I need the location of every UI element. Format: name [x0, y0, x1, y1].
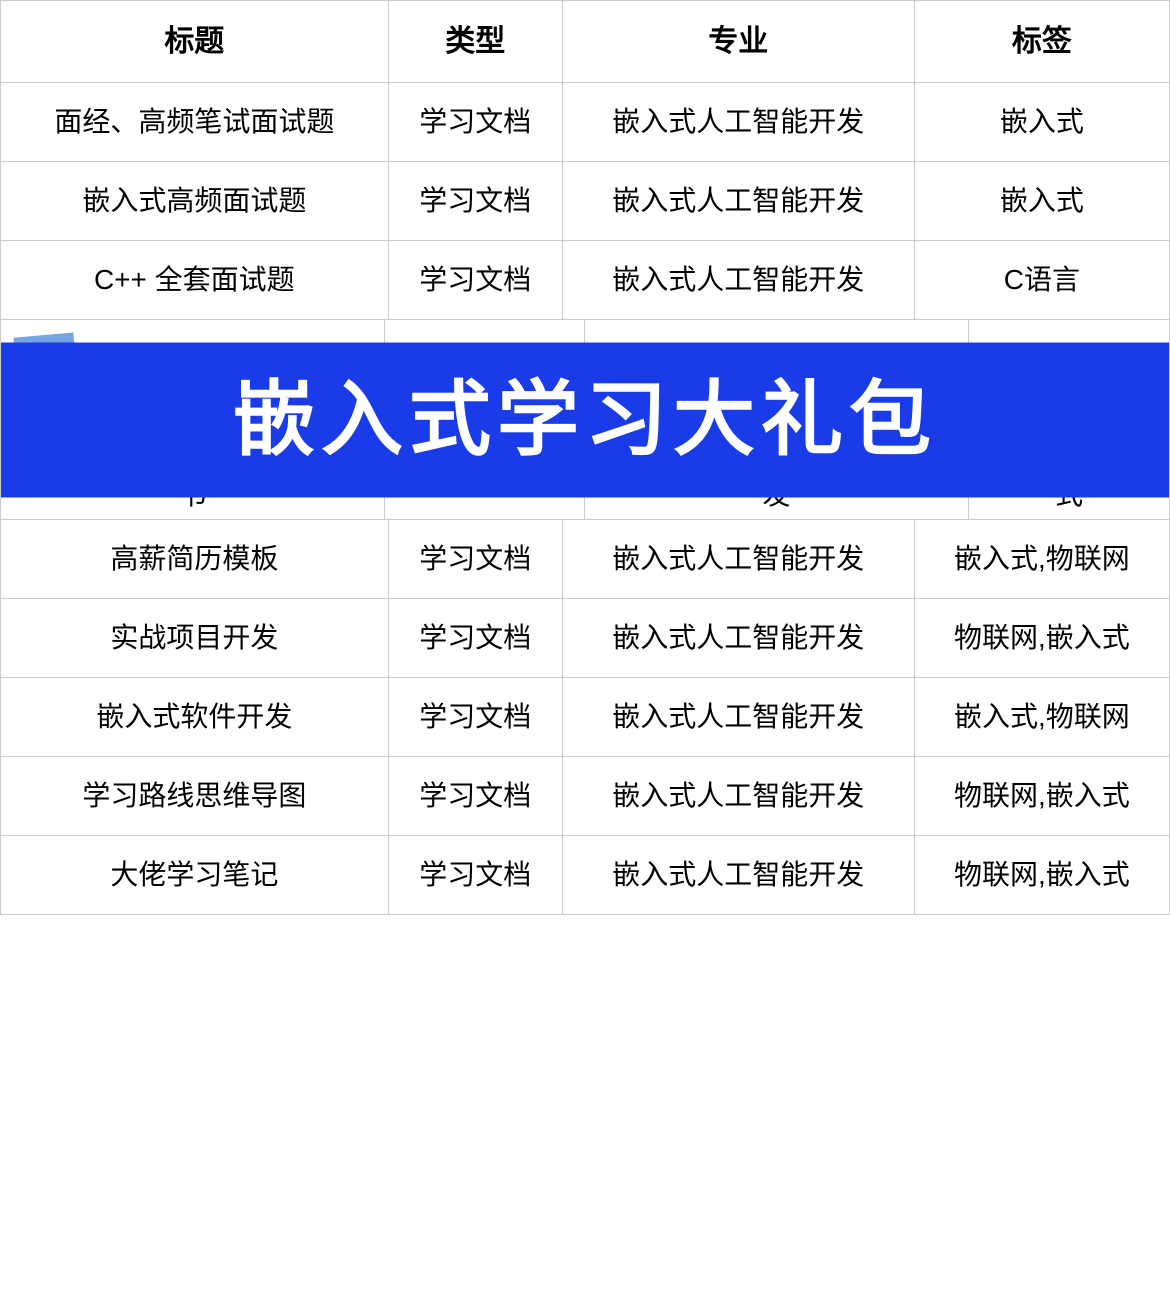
cell-major: 嵌入式人工智能开发 [562, 162, 914, 241]
table-row: 嵌入式软件开发 学习文档 嵌入式人工智能开发 嵌入式,物联网 [1, 678, 1170, 757]
cell-tag: 嵌入式,物联网 [914, 520, 1169, 599]
table-row: C++ 全套面试题 学习文档 嵌入式人工智能开发 C语言 [1, 241, 1170, 320]
table-row: 高薪简历模板 学习文档 嵌入式人工智能开发 嵌入式,物联网 [1, 520, 1170, 599]
col-header-major: 专业 [562, 1, 914, 83]
table-row: 大佬学习笔记 学习文档 嵌入式人工智能开发 物联网,嵌入式 [1, 836, 1170, 915]
cell-tag: 嵌入式 [914, 83, 1169, 162]
cell-tag: 物联网,嵌入式 [914, 836, 1169, 915]
cell-type: 学习文档 [388, 757, 562, 836]
cell-type: 学习文档 [388, 241, 562, 320]
cell-title: 嵌入式高频面试题 [1, 162, 389, 241]
banner-text: 嵌入式学习大礼包 [233, 358, 937, 481]
cell-type: 学习文档 [388, 678, 562, 757]
table-row: 学习路线思维导图 学习文档 嵌入式人工智能开发 物联网,嵌入式 [1, 757, 1170, 836]
cell-type: 学习文档 [388, 836, 562, 915]
cell-type: 学习文档 [388, 520, 562, 599]
table-header-row: 标题 类型 专业 标签 [1, 1, 1170, 83]
cell-type: 学习文档 [388, 83, 562, 162]
cell-tag: 嵌入式 [914, 162, 1169, 241]
banner-overlay: 嵌入式学习大礼包 [1, 342, 1169, 497]
cell-major: 嵌入式人工智能开发 [562, 836, 914, 915]
main-container: 标题 类型 专业 标签 面经、高频笔试面试题 学习文档 嵌入式人工智能开发 嵌入… [0, 0, 1170, 915]
col-header-type: 类型 [388, 1, 562, 83]
cell-title: 实战项目开发 [1, 599, 389, 678]
cell-title: C++ 全套面试题 [1, 241, 389, 320]
cell-major: 嵌入式人工智能开发 [562, 678, 914, 757]
cell-major: 嵌入式人工智能开发 [562, 599, 914, 678]
cell-major: 嵌入式人工智能开发 [562, 83, 914, 162]
cell-major: 嵌入式人工智能开发 [562, 757, 914, 836]
cell-type: 学习文档 [388, 162, 562, 241]
banner-cell: 嵌入式学习大礼包 书 发 式 [1, 320, 1170, 520]
cell-major: 嵌入式人工智能开发 [562, 241, 914, 320]
cell-tag: 物联网,嵌入式 [914, 757, 1169, 836]
col-header-title: 标题 [1, 1, 389, 83]
table-row: 嵌入式高频面试题 学习文档 嵌入式人工智能开发 嵌入式 [1, 162, 1170, 241]
cell-title: 学习路线思维导图 [1, 757, 389, 836]
cell-title: 高薪简历模板 [1, 520, 389, 599]
col-header-tag: 标签 [914, 1, 1169, 83]
banner-row: 嵌入式学习大礼包 书 发 式 [1, 320, 1170, 520]
cell-tag: C语言 [914, 241, 1169, 320]
table-row: 实战项目开发 学习文档 嵌入式人工智能开发 物联网,嵌入式 [1, 599, 1170, 678]
cell-type: 学习文档 [388, 599, 562, 678]
cell-major: 嵌入式人工智能开发 [562, 520, 914, 599]
cell-tag: 物联网,嵌入式 [914, 599, 1169, 678]
cell-title: 面经、高频笔试面试题 [1, 83, 389, 162]
cell-title: 大佬学习笔记 [1, 836, 389, 915]
cell-title: 嵌入式软件开发 [1, 678, 389, 757]
content-table: 标题 类型 专业 标签 面经、高频笔试面试题 学习文档 嵌入式人工智能开发 嵌入… [0, 0, 1170, 915]
table-row: 面经、高频笔试面试题 学习文档 嵌入式人工智能开发 嵌入式 [1, 83, 1170, 162]
cell-tag: 嵌入式,物联网 [914, 678, 1169, 757]
